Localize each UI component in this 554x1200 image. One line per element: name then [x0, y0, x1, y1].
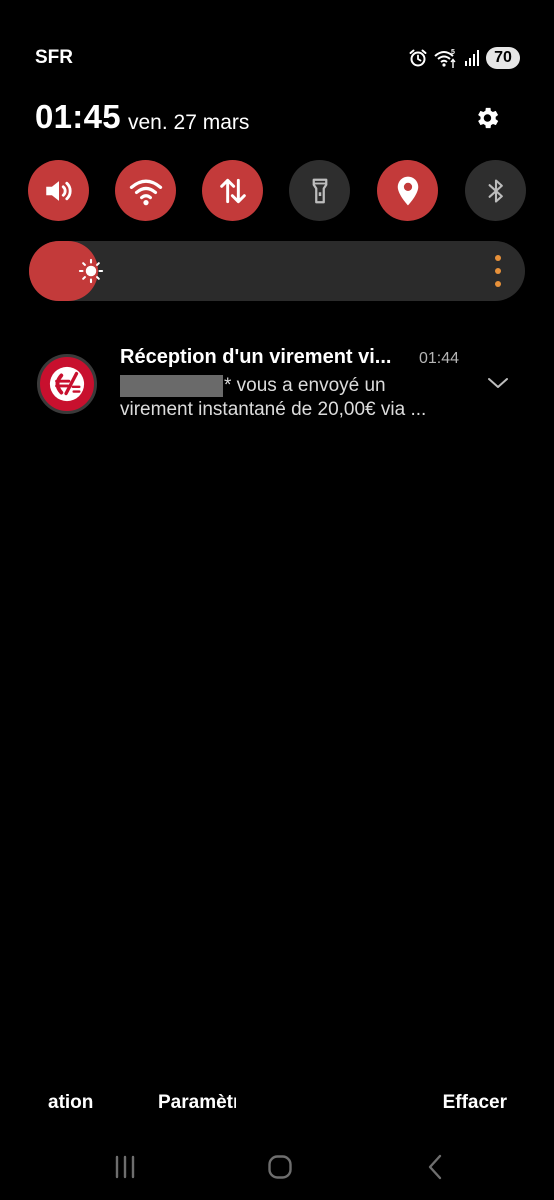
notification-text-line2: virement instantané de 20,00€ via ... — [120, 399, 427, 420]
notification-time: 01:44 — [419, 350, 460, 367]
notification-title: Réception d'un virement vi... — [120, 346, 392, 368]
toggle-sound[interactable] — [28, 160, 89, 221]
back-button[interactable] — [415, 1150, 455, 1184]
menu-dot — [495, 281, 501, 287]
carrier-label: SFR — [35, 47, 73, 68]
location-pin-icon — [397, 176, 418, 205]
battery-icon: 70 — [486, 47, 520, 69]
settings-text-button[interactable]: Paramètres — [158, 1092, 236, 1114]
menu-dot — [495, 255, 501, 261]
toggle-location[interactable] — [377, 160, 438, 221]
notification-text-line1: * vous a envoyé un — [120, 374, 386, 398]
toggle-mobile-data[interactable] — [202, 160, 263, 221]
notification-text-suffix: * vous a envoyé un — [224, 375, 386, 396]
quick-toggles — [28, 160, 526, 222]
notification-panel: SFR 5 70 01:45 ven. 27 mars Réception d'… — [0, 0, 554, 1200]
menu-dot — [495, 268, 501, 274]
chevron-down-icon — [488, 378, 508, 388]
back-icon — [428, 1154, 442, 1180]
caisse-epargne-icon — [49, 366, 85, 402]
toggle-bluetooth[interactable] — [465, 160, 526, 221]
settings-button[interactable] — [470, 101, 504, 135]
brightness-slider[interactable] — [29, 241, 525, 301]
data-arrows-icon — [219, 178, 246, 203]
toggle-flashlight[interactable] — [289, 160, 350, 221]
home-button[interactable] — [260, 1150, 300, 1184]
clock[interactable]: 01:45 — [35, 98, 121, 136]
sun-icon — [78, 258, 104, 284]
gear-icon — [478, 107, 499, 129]
flashlight-icon — [312, 178, 327, 203]
volume-icon — [45, 180, 72, 201]
status-icons: 5 70 — [408, 45, 520, 71]
wifi-5g-icon: 5 — [434, 49, 456, 68]
bottom-actions: ation Paramètres Effacer — [0, 1088, 554, 1118]
brightness-menu-button[interactable] — [493, 255, 503, 287]
navigation-bar — [0, 1144, 554, 1190]
date[interactable]: ven. 27 mars — [128, 111, 249, 135]
notification-settings-button[interactable]: ation — [48, 1092, 93, 1114]
svg-text:5: 5 — [451, 49, 455, 56]
app-icon — [37, 354, 97, 414]
bluetooth-icon — [488, 178, 503, 203]
recents-icon — [115, 1155, 135, 1179]
notification-card[interactable]: Réception d'un virement vi... 01:44 * vo… — [28, 338, 526, 438]
recents-button[interactable] — [105, 1150, 145, 1184]
alarm-icon — [409, 49, 427, 67]
signal-icon — [465, 50, 479, 66]
wifi-icon — [129, 179, 162, 205]
toggle-wifi[interactable] — [115, 160, 176, 221]
home-icon — [268, 1155, 292, 1179]
expand-button[interactable] — [483, 368, 513, 398]
clear-button[interactable]: Effacer — [443, 1092, 507, 1114]
redacted-name — [120, 375, 223, 397]
